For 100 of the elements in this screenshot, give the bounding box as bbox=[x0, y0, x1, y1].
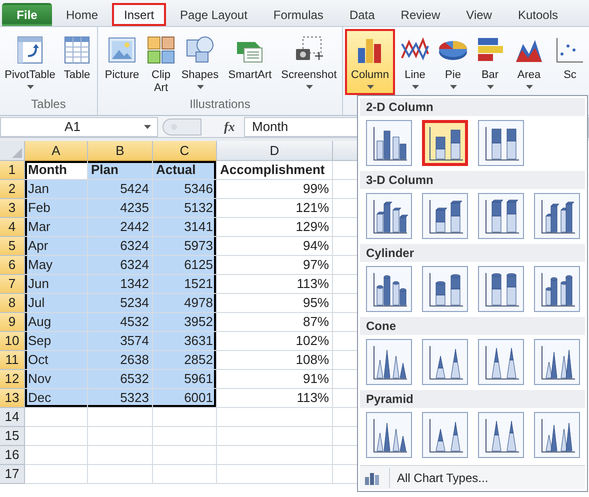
chart-type-option[interactable] bbox=[422, 266, 468, 312]
ribbon-button[interactable]: PivotTable bbox=[2, 29, 58, 95]
chart-type-option[interactable] bbox=[534, 193, 580, 239]
ribbon-button[interactable]: SmartArt bbox=[223, 29, 277, 95]
row-header[interactable]: 5 bbox=[0, 237, 25, 256]
chart-type-option[interactable] bbox=[478, 266, 524, 312]
ribbon-tab[interactable]: Data bbox=[337, 3, 387, 26]
chart-type-option[interactable] bbox=[534, 266, 580, 312]
table-cell: 6324 bbox=[88, 256, 153, 275]
table-cell: 6324 bbox=[88, 237, 153, 256]
table-cell: 5346 bbox=[153, 180, 217, 199]
file-tab[interactable]: File bbox=[2, 3, 52, 26]
table-cell: 3631 bbox=[153, 332, 217, 351]
table-cell: 3141 bbox=[153, 218, 217, 237]
function-label[interactable]: fx bbox=[224, 116, 244, 136]
row-header[interactable]: 11 bbox=[0, 351, 25, 370]
table-cell: Dec bbox=[25, 389, 88, 408]
row-header[interactable]: 9 bbox=[0, 313, 25, 332]
table-cell: Aug bbox=[25, 313, 88, 332]
table-cell: Plan bbox=[88, 161, 153, 180]
ribbon-button[interactable]: Column bbox=[345, 29, 395, 95]
chart-type-option[interactable] bbox=[366, 339, 412, 385]
ribbon-button[interactable]: Picture bbox=[100, 29, 144, 95]
chart-type-option[interactable] bbox=[366, 266, 412, 312]
table-cell: Actual bbox=[153, 161, 217, 180]
ribbon-tab[interactable]: Home bbox=[54, 3, 110, 26]
ribbon-button[interactable]: Sc bbox=[550, 29, 589, 95]
row-header[interactable]: 17 bbox=[0, 465, 25, 484]
row-header[interactable]: 14 bbox=[0, 408, 25, 427]
ribbon-tab[interactable]: Page Layout bbox=[168, 3, 260, 26]
ribbon-tab[interactable]: Review bbox=[388, 3, 452, 26]
splitter-handle-icon[interactable] bbox=[162, 118, 202, 136]
chart-type-option[interactable] bbox=[478, 193, 524, 239]
ribbon-button[interactable]: Area bbox=[509, 29, 549, 95]
chart-type-option[interactable] bbox=[478, 339, 524, 385]
row-header[interactable]: 13 bbox=[0, 389, 25, 408]
table-cell: 1521 bbox=[153, 275, 217, 294]
ribbon-button[interactable]: Clip Art bbox=[145, 29, 177, 95]
table-cell: 3952 bbox=[153, 313, 217, 332]
clip-art-icon bbox=[145, 34, 177, 66]
column-header[interactable]: C bbox=[153, 141, 217, 161]
table-cell: 1342 bbox=[88, 275, 153, 294]
chart-type-option[interactable] bbox=[534, 412, 580, 458]
chart-type-option[interactable] bbox=[422, 120, 468, 166]
table-cell: Sep bbox=[25, 332, 88, 351]
row-header[interactable]: 10 bbox=[0, 332, 25, 351]
table-cell: 87% bbox=[217, 313, 333, 332]
chart-type-option[interactable] bbox=[366, 193, 412, 239]
row-header[interactable]: 12 bbox=[0, 370, 25, 389]
row-header[interactable]: 3 bbox=[0, 199, 25, 218]
section-header: 3-D Column bbox=[360, 171, 585, 189]
ribbon-button[interactable]: Shapes bbox=[178, 29, 222, 95]
chart-type-option[interactable] bbox=[534, 339, 580, 385]
ribbon-button[interactable]: Line bbox=[396, 29, 434, 95]
table-cell bbox=[88, 427, 153, 446]
table-cell: 4235 bbox=[88, 199, 153, 218]
chart-type-option[interactable] bbox=[478, 412, 524, 458]
table-cell bbox=[25, 427, 88, 446]
row-header[interactable]: 6 bbox=[0, 256, 25, 275]
table-cell: 5234 bbox=[88, 294, 153, 313]
table-cell bbox=[25, 465, 88, 484]
section-header: Pyramid bbox=[360, 390, 585, 408]
name-box[interactable]: A1 bbox=[0, 116, 158, 136]
ribbon-button[interactable]: Screenshot bbox=[278, 29, 340, 95]
table-cell: 2638 bbox=[88, 351, 153, 370]
table-cell: 113% bbox=[217, 389, 333, 408]
row-header[interactable]: 7 bbox=[0, 275, 25, 294]
table-cell: 129% bbox=[217, 218, 333, 237]
ribbon-tab[interactable]: Formulas bbox=[261, 3, 336, 26]
row-header[interactable]: 16 bbox=[0, 446, 25, 465]
table-cell: Nov bbox=[25, 370, 88, 389]
chart-type-option[interactable] bbox=[366, 120, 412, 166]
table-cell: 3574 bbox=[88, 332, 153, 351]
ribbon-tab[interactable]: View bbox=[454, 3, 504, 26]
table-cell: Jul bbox=[25, 294, 88, 313]
ribbon-button[interactable]: Bar bbox=[472, 29, 508, 95]
chart-type-option[interactable] bbox=[478, 120, 524, 166]
column-header[interactable]: D bbox=[217, 141, 333, 161]
chart-type-option[interactable] bbox=[422, 412, 468, 458]
table-cell: 91% bbox=[217, 370, 333, 389]
chart-type-option[interactable] bbox=[366, 412, 412, 458]
ribbon-button[interactable]: Table bbox=[59, 29, 95, 95]
chart-type-option[interactable] bbox=[422, 193, 468, 239]
row-header[interactable]: 4 bbox=[0, 218, 25, 237]
table-cell: Feb bbox=[25, 199, 88, 218]
row-header[interactable]: 1 bbox=[0, 161, 25, 180]
table-cell: 2852 bbox=[153, 351, 217, 370]
row-header[interactable]: 8 bbox=[0, 294, 25, 313]
row-header[interactable]: 2 bbox=[0, 180, 25, 199]
ribbon-tab[interactable]: Kutools bbox=[506, 3, 570, 26]
column-header[interactable]: B bbox=[88, 141, 153, 161]
row-header[interactable]: 15 bbox=[0, 427, 25, 446]
table-cell bbox=[88, 465, 153, 484]
chart-type-option[interactable] bbox=[422, 339, 468, 385]
ribbon-button[interactable]: Pie bbox=[435, 29, 471, 95]
caret-icon bbox=[306, 85, 312, 89]
caret-icon bbox=[196, 85, 204, 89]
table-cell: Jan bbox=[25, 180, 88, 199]
ribbon-tab[interactable]: Insert bbox=[112, 3, 166, 26]
column-header[interactable]: A bbox=[25, 141, 88, 161]
